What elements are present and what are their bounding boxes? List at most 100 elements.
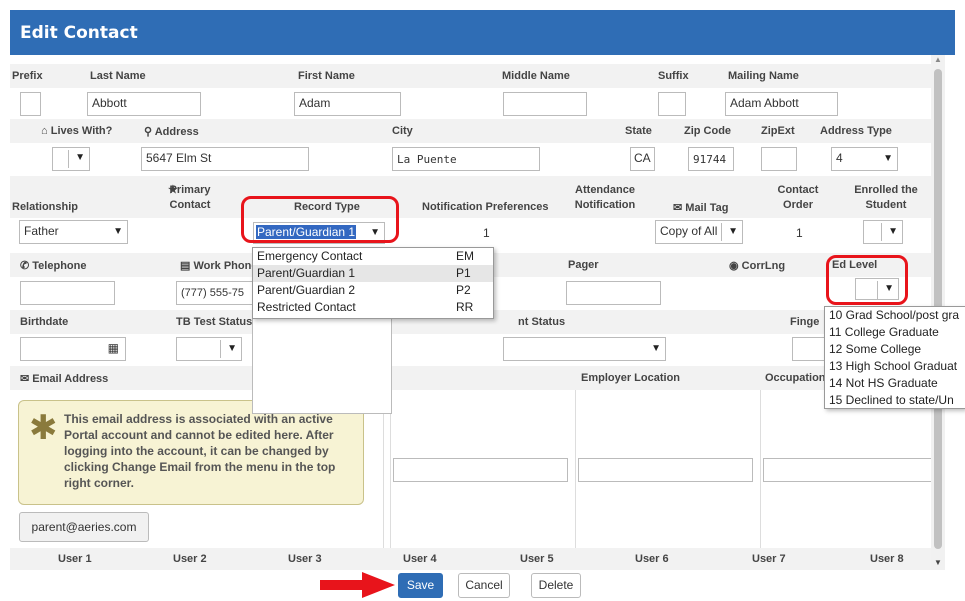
calendar-icon[interactable]: ▦ <box>108 341 119 355</box>
enrolled-student-select[interactable]: ▼ <box>863 220 903 244</box>
prefix-input[interactable] <box>20 92 41 116</box>
ed-level-option[interactable]: 14 Not HS Graduate <box>825 375 965 392</box>
birthdate-input[interactable]: ▦ <box>20 337 126 361</box>
middle-name-input[interactable] <box>503 92 587 116</box>
ed-level-dropdown[interactable]: 10 Grad School/post gra 11 College Gradu… <box>824 306 965 409</box>
status-select[interactable]: ▼ <box>503 337 666 361</box>
record-type-option[interactable]: Emergency Contact EM <box>253 248 493 265</box>
portal-warning-box: ✱ This email address is associated with … <box>18 400 364 505</box>
envelope-icon: ✉ <box>20 373 30 385</box>
chevron-down-icon: ▼ <box>728 226 738 237</box>
finger-label: Finge <box>790 316 820 328</box>
occupation-input[interactable] <box>763 458 935 482</box>
pager-label: Pager <box>568 259 599 271</box>
first-name-label: First Name <box>298 70 355 82</box>
save-button[interactable]: Save <box>398 573 443 598</box>
state-label: State <box>625 125 652 137</box>
enrolled-student-label: Enrolled the Student <box>854 184 918 211</box>
user-header: User 3 <box>288 553 322 565</box>
lives-with-select[interactable]: ▼ <box>52 147 90 171</box>
envelope-icon: ✉ <box>673 202 683 214</box>
primary-contact-label: Primary Contact <box>169 184 211 211</box>
page-title: Edit Contact <box>20 23 138 43</box>
record-type-option[interactable]: Parent/Guardian 1 P1 <box>253 265 493 282</box>
user-header: User 5 <box>520 553 554 565</box>
record-type-highlight <box>241 196 399 243</box>
last-name-input[interactable]: Abbott <box>87 92 201 116</box>
zip-code-input[interactable]: 91744 <box>688 147 734 171</box>
name-header-row: Prefix Last Name First Name Middle Name … <box>10 64 945 88</box>
asterisk-icon: ✱ <box>29 409 58 447</box>
zipext-label: ZipExt <box>761 125 795 137</box>
zipext-input[interactable] <box>761 147 797 171</box>
ed-level-option[interactable]: 10 Grad School/post gra <box>825 307 965 324</box>
address-header-row: ⌂ Lives With? ⚲ Address City State Zip C… <box>10 119 945 143</box>
occupation-label: Occupation <box>765 372 826 384</box>
address-input[interactable]: 5647 Elm St <box>141 147 309 171</box>
record-type-dropdown-shadow <box>252 319 392 414</box>
contact-order-label: Contact Order <box>777 184 819 211</box>
record-type-option[interactable]: Parent/Guardian 2 P2 <box>253 282 493 299</box>
chevron-down-icon: ▼ <box>113 226 123 237</box>
telephone-input[interactable] <box>20 281 115 305</box>
telephone-label: ✆ Telephone <box>20 260 87 272</box>
column-divider <box>390 390 391 550</box>
scroll-down-icon[interactable]: ▼ <box>934 558 942 567</box>
ed-level-option[interactable]: 13 High School Graduat <box>825 358 965 375</box>
mail-tag-select[interactable]: Copy of All ▼ <box>655 220 743 244</box>
tb-test-status-label: TB Test Status <box>176 316 253 328</box>
column-divider <box>575 390 576 550</box>
city-label: City <box>392 125 413 137</box>
user-header: User 4 <box>403 553 437 565</box>
arrow-right-icon <box>320 572 395 598</box>
title-bar: Edit Contact <box>10 10 955 55</box>
chevron-down-icon: ▼ <box>227 343 237 354</box>
ed-level-option[interactable]: 15 Declined to state/Un <box>825 392 965 408</box>
user-header: User 6 <box>635 553 669 565</box>
suffix-input[interactable] <box>658 92 686 116</box>
home-icon: ⌂ <box>41 125 48 137</box>
ed-level-option[interactable]: 12 Some College <box>825 341 965 358</box>
first-name-input[interactable]: Adam <box>294 92 401 116</box>
mailing-name-input[interactable]: Adam Abbott <box>725 92 838 116</box>
chevron-down-icon: ▼ <box>888 226 898 237</box>
record-type-option[interactable]: Restricted Contact RR <box>253 299 493 318</box>
portal-warning-text: This email address is associated with an… <box>64 412 336 490</box>
lives-with-label: ⌂ Lives With? <box>41 125 113 137</box>
state-input[interactable]: CA <box>630 147 655 171</box>
contact-order-value: 1 <box>796 226 803 240</box>
mail-tag-label: ✉ Mail Tag <box>673 202 729 214</box>
user-header: User 8 <box>870 553 904 565</box>
email-value: parent@aeries.com <box>19 512 149 542</box>
relationship-select[interactable]: Father ▼ <box>19 220 128 244</box>
corrlng-label: ◉ CorrLng <box>729 260 786 272</box>
email-address-label: ✉ Email Address <box>20 373 109 385</box>
city-input[interactable]: La Puente <box>392 147 540 171</box>
chevron-down-icon: ▼ <box>883 153 893 164</box>
pager-input[interactable] <box>566 281 661 305</box>
last-name-label: Last Name <box>90 70 146 82</box>
cancel-button[interactable]: Cancel <box>458 573 510 598</box>
email-header-row: ✉ Email Address Employer Location Occupa… <box>10 366 945 390</box>
building-icon: ▤ <box>180 260 191 272</box>
suffix-label: Suffix <box>658 70 689 82</box>
middle-name-label: Middle Name <box>502 70 570 82</box>
delete-button[interactable]: Delete <box>531 573 581 598</box>
column-divider <box>383 390 384 550</box>
user-field-input[interactable] <box>393 458 568 482</box>
work-phone-input[interactable]: (777) 555-75 <box>176 281 264 305</box>
zip-code-label: Zip Code <box>684 125 732 137</box>
column-divider <box>760 390 761 550</box>
birthdate-label: Birthdate <box>20 316 69 328</box>
tb-test-status-select[interactable]: ▼ <box>176 337 242 361</box>
employer-location-input[interactable] <box>578 458 753 482</box>
globe-icon: ◉ <box>729 260 739 272</box>
ed-level-option[interactable]: 11 College Graduate <box>825 324 965 341</box>
notification-preferences-label: Notification Preferences <box>422 201 549 213</box>
chevron-down-icon: ▼ <box>75 152 85 163</box>
address-type-label: Address Type <box>820 125 892 137</box>
record-type-dropdown[interactable]: Emergency Contact EM Parent/Guardian 1 P1 … <box>252 247 494 319</box>
relationship-header-row: Relationship ★ Primary Contact Record Ty… <box>10 176 945 218</box>
scroll-up-icon[interactable]: ▲ <box>934 55 942 64</box>
address-type-select[interactable]: 4 ▼ <box>831 147 898 171</box>
